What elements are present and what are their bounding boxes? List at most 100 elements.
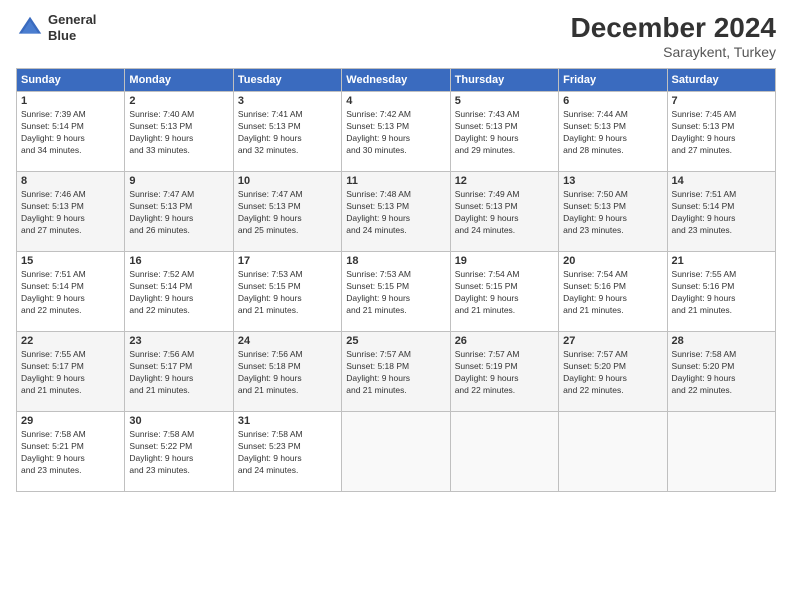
calendar-cell: 30 Sunrise: 7:58 AMSunset: 5:22 PMDayligh…	[125, 412, 233, 492]
day-info: Sunrise: 7:47 AMSunset: 5:13 PMDaylight:…	[238, 189, 337, 237]
day-number: 10	[238, 175, 337, 187]
day-number: 31	[238, 415, 337, 427]
calendar-cell: 10 Sunrise: 7:47 AMSunset: 5:13 PMDayligh…	[233, 172, 341, 252]
day-info: Sunrise: 7:55 AMSunset: 5:16 PMDaylight:…	[672, 269, 771, 317]
calendar-cell: 15 Sunrise: 7:51 AMSunset: 5:14 PMDayligh…	[17, 252, 125, 332]
day-number: 4	[346, 95, 445, 107]
day-number: 21	[672, 255, 771, 267]
day-info: Sunrise: 7:58 AMSunset: 5:21 PMDaylight:…	[21, 429, 120, 477]
calendar-cell: 28Sunrise: 7:58 AMSunset: 5:20 PMDayligh…	[667, 332, 775, 412]
calendar-cell: 1 Sunrise: 7:39 AMSunset: 5:14 PMDaylight…	[17, 92, 125, 172]
day-number: 2	[129, 95, 228, 107]
day-number: 17	[238, 255, 337, 267]
day-number: 22	[21, 335, 120, 347]
calendar-cell: 20Sunrise: 7:54 AMSunset: 5:16 PMDayligh…	[559, 252, 667, 332]
day-info: Sunrise: 7:40 AMSunset: 5:13 PMDaylight:…	[129, 109, 228, 157]
day-number: 8	[21, 175, 120, 187]
day-header-thursday: Thursday	[450, 69, 558, 92]
calendar-cell: 21 Sunrise: 7:55 AMSunset: 5:16 PMDayligh…	[667, 252, 775, 332]
month-title: December 2024	[571, 12, 776, 44]
day-info: Sunrise: 7:56 AMSunset: 5:18 PMDaylight:…	[238, 349, 337, 397]
day-info: Sunrise: 7:48 AMSunset: 5:13 PMDaylight:…	[346, 189, 445, 237]
calendar-cell: 19Sunrise: 7:54 AMSunset: 5:15 PMDayligh…	[450, 252, 558, 332]
day-info: Sunrise: 7:56 AMSunset: 5:17 PMDaylight:…	[129, 349, 228, 397]
calendar-cell: 5 Sunrise: 7:43 AMSunset: 5:13 PMDaylight…	[450, 92, 558, 172]
calendar-week-4: 22 Sunrise: 7:55 AMSunset: 5:17 PMDayligh…	[17, 332, 776, 412]
location-subtitle: Saraykent, Turkey	[571, 44, 776, 60]
day-info: Sunrise: 7:46 AMSunset: 5:13 PMDaylight:…	[21, 189, 120, 237]
calendar-cell: 12 Sunrise: 7:49 AMSunset: 5:13 PMDayligh…	[450, 172, 558, 252]
calendar-cell: 14Sunrise: 7:51 AMSunset: 5:14 PMDayligh…	[667, 172, 775, 252]
day-header-saturday: Saturday	[667, 69, 775, 92]
day-header-sunday: Sunday	[17, 69, 125, 92]
day-number: 24	[238, 335, 337, 347]
day-number: 15	[21, 255, 120, 267]
calendar-cell	[667, 412, 775, 492]
calendar-week-1: 1 Sunrise: 7:39 AMSunset: 5:14 PMDaylight…	[17, 92, 776, 172]
calendar-cell: 4 Sunrise: 7:42 AMSunset: 5:13 PMDaylight…	[342, 92, 450, 172]
calendar-week-5: 29 Sunrise: 7:58 AMSunset: 5:21 PMDayligh…	[17, 412, 776, 492]
day-info: Sunrise: 7:43 AMSunset: 5:13 PMDaylight:…	[455, 109, 554, 157]
calendar-cell: 3 Sunrise: 7:41 AMSunset: 5:13 PMDaylight…	[233, 92, 341, 172]
day-number: 25	[346, 335, 445, 347]
day-number: 3	[238, 95, 337, 107]
day-number: 27	[563, 335, 662, 347]
day-info: Sunrise: 7:39 AMSunset: 5:14 PMDaylight:…	[21, 109, 120, 157]
day-number: 26	[455, 335, 554, 347]
day-info: Sunrise: 7:57 AMSunset: 5:18 PMDaylight:…	[346, 349, 445, 397]
calendar-cell: 25 Sunrise: 7:57 AMSunset: 5:18 PMDayligh…	[342, 332, 450, 412]
calendar-cell: 27 Sunrise: 7:57 AMSunset: 5:20 PMDayligh…	[559, 332, 667, 412]
calendar-cell: 13 Sunrise: 7:50 AMSunset: 5:13 PMDayligh…	[559, 172, 667, 252]
day-number: 29	[21, 415, 120, 427]
day-number: 19	[455, 255, 554, 267]
calendar-cell	[342, 412, 450, 492]
calendar-cell: 31Sunrise: 7:58 AMSunset: 5:23 PMDayligh…	[233, 412, 341, 492]
calendar-cell: 22 Sunrise: 7:55 AMSunset: 5:17 PMDayligh…	[17, 332, 125, 412]
logo-icon	[16, 14, 44, 42]
day-info: Sunrise: 7:57 AMSunset: 5:20 PMDaylight:…	[563, 349, 662, 397]
day-number: 30	[129, 415, 228, 427]
day-number: 18	[346, 255, 445, 267]
calendar-cell: 23 Sunrise: 7:56 AMSunset: 5:17 PMDayligh…	[125, 332, 233, 412]
calendar: SundayMondayTuesdayWednesdayThursdayFrid…	[16, 68, 776, 492]
calendar-cell: 16Sunrise: 7:52 AMSunset: 5:14 PMDayligh…	[125, 252, 233, 332]
calendar-header-row: SundayMondayTuesdayWednesdayThursdayFrid…	[17, 69, 776, 92]
day-info: Sunrise: 7:44 AMSunset: 5:13 PMDaylight:…	[563, 109, 662, 157]
logo: General Blue	[16, 12, 96, 43]
day-info: Sunrise: 7:51 AMSunset: 5:14 PMDaylight:…	[21, 269, 120, 317]
calendar-cell: 8 Sunrise: 7:46 AMSunset: 5:13 PMDaylight…	[17, 172, 125, 252]
day-number: 1	[21, 95, 120, 107]
calendar-cell: 11 Sunrise: 7:48 AMSunset: 5:13 PMDayligh…	[342, 172, 450, 252]
day-info: Sunrise: 7:53 AMSunset: 5:15 PMDaylight:…	[238, 269, 337, 317]
day-info: Sunrise: 7:49 AMSunset: 5:13 PMDaylight:…	[455, 189, 554, 237]
day-info: Sunrise: 7:52 AMSunset: 5:14 PMDaylight:…	[129, 269, 228, 317]
calendar-week-3: 15 Sunrise: 7:51 AMSunset: 5:14 PMDayligh…	[17, 252, 776, 332]
day-number: 11	[346, 175, 445, 187]
day-number: 5	[455, 95, 554, 107]
calendar-cell	[450, 412, 558, 492]
day-info: Sunrise: 7:55 AMSunset: 5:17 PMDaylight:…	[21, 349, 120, 397]
calendar-cell: 2 Sunrise: 7:40 AMSunset: 5:13 PMDaylight…	[125, 92, 233, 172]
calendar-cell	[559, 412, 667, 492]
calendar-cell: 26 Sunrise: 7:57 AMSunset: 5:19 PMDayligh…	[450, 332, 558, 412]
calendar-cell: 17 Sunrise: 7:53 AMSunset: 5:15 PMDayligh…	[233, 252, 341, 332]
day-number: 28	[672, 335, 771, 347]
day-info: Sunrise: 7:54 AMSunset: 5:16 PMDaylight:…	[563, 269, 662, 317]
day-info: Sunrise: 7:47 AMSunset: 5:13 PMDaylight:…	[129, 189, 228, 237]
title-area: December 2024 Saraykent, Turkey	[571, 12, 776, 60]
day-info: Sunrise: 7:58 AMSunset: 5:22 PMDaylight:…	[129, 429, 228, 477]
day-info: Sunrise: 7:42 AMSunset: 5:13 PMDaylight:…	[346, 109, 445, 157]
header: General Blue December 2024 Saraykent, Tu…	[16, 12, 776, 60]
page: General Blue December 2024 Saraykent, Tu…	[0, 0, 792, 612]
day-header-monday: Monday	[125, 69, 233, 92]
day-info: Sunrise: 7:45 AMSunset: 5:13 PMDaylight:…	[672, 109, 771, 157]
day-number: 13	[563, 175, 662, 187]
day-info: Sunrise: 7:50 AMSunset: 5:13 PMDaylight:…	[563, 189, 662, 237]
day-info: Sunrise: 7:51 AMSunset: 5:14 PMDaylight:…	[672, 189, 771, 237]
day-number: 23	[129, 335, 228, 347]
day-header-friday: Friday	[559, 69, 667, 92]
day-info: Sunrise: 7:41 AMSunset: 5:13 PMDaylight:…	[238, 109, 337, 157]
day-number: 12	[455, 175, 554, 187]
day-info: Sunrise: 7:57 AMSunset: 5:19 PMDaylight:…	[455, 349, 554, 397]
calendar-week-2: 8 Sunrise: 7:46 AMSunset: 5:13 PMDaylight…	[17, 172, 776, 252]
